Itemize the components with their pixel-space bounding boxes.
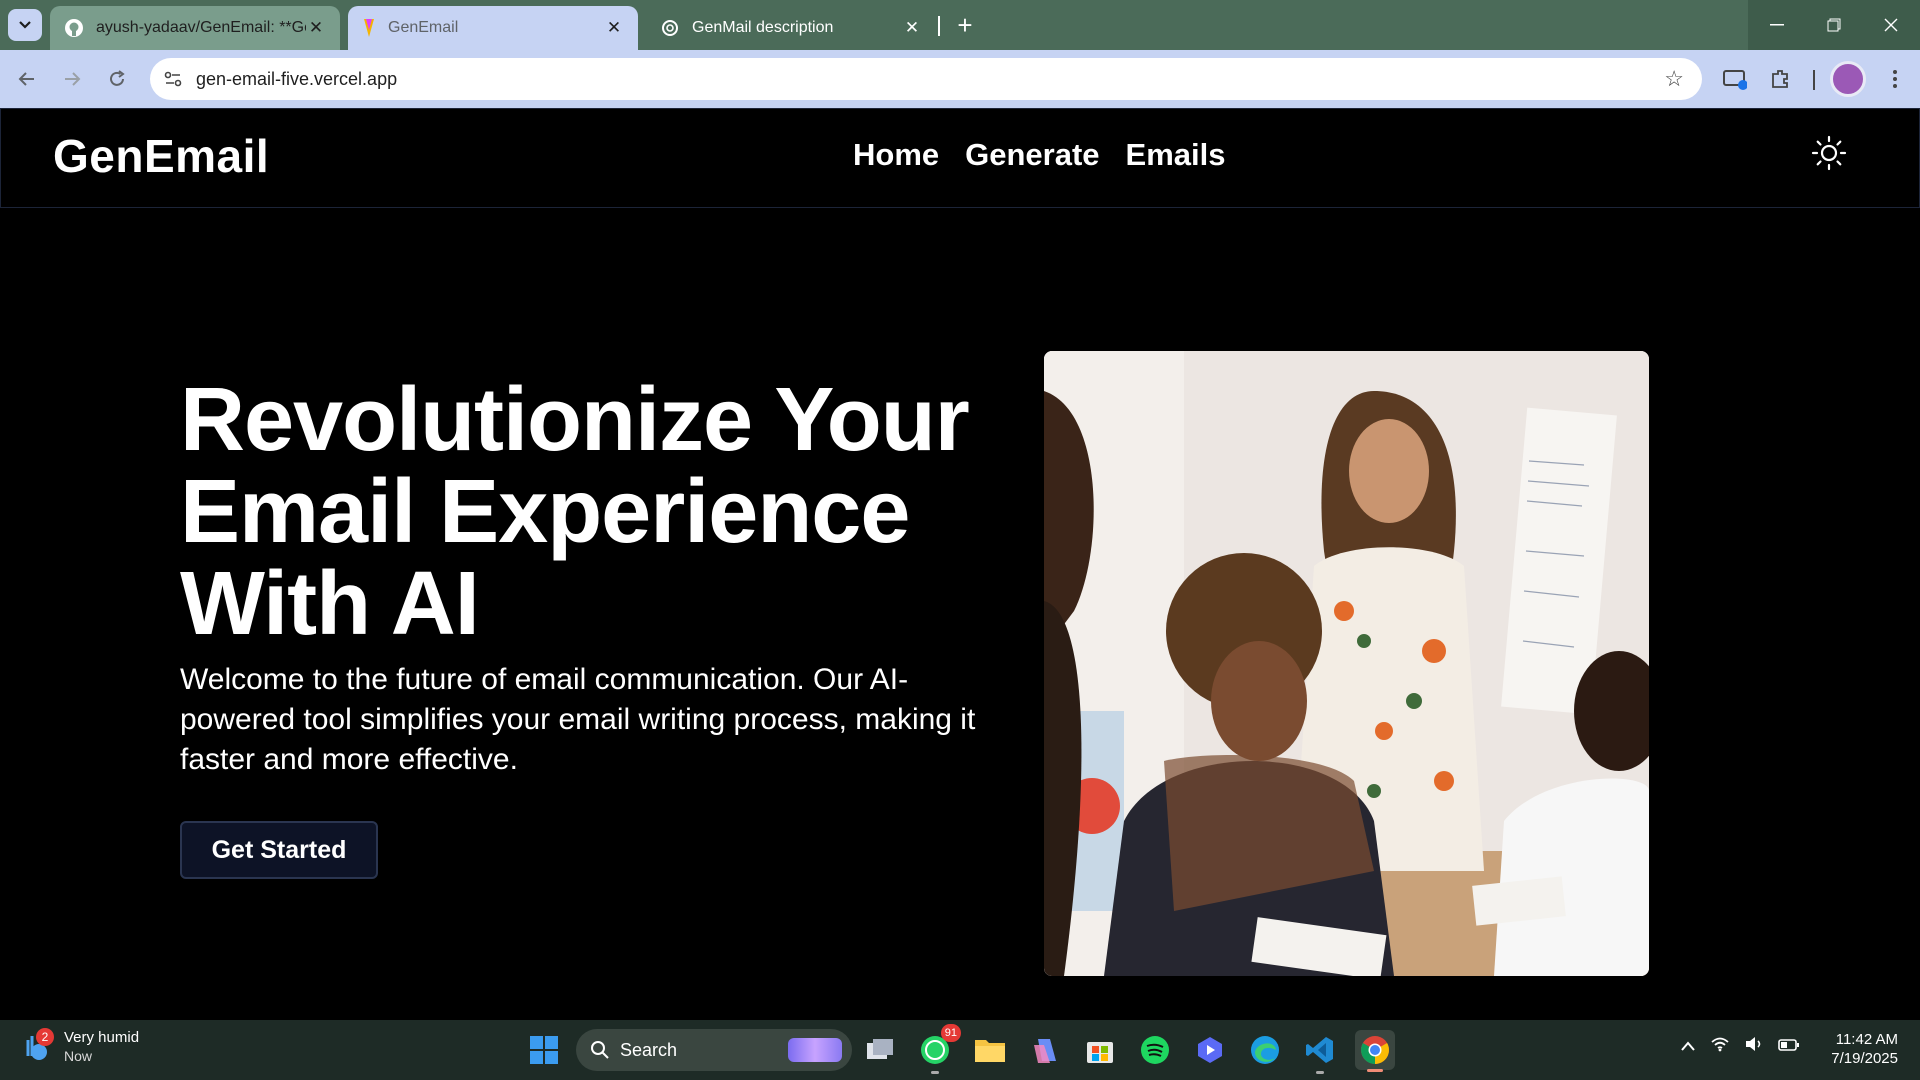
clock-time: 11:42 AM [1835, 1031, 1898, 1048]
site-header: GenEmail Home Generate Emails [0, 108, 1920, 208]
theme-toggle-button[interactable] [1811, 135, 1847, 171]
vercel-pen-icon [364, 19, 374, 37]
minimize-icon [1769, 24, 1784, 26]
hero-description: Welcome to the future of email communica… [180, 663, 976, 776]
browser-tab-bar: ayush-yadaav/GenEmail: **GenEmail ✕ GenE… [0, 0, 1920, 50]
restore-button[interactable] [1805, 0, 1862, 50]
tab-github[interactable]: ayush-yadaav/GenEmail: **GenEmail ✕ [50, 6, 340, 50]
folder-icon [975, 1040, 1005, 1062]
copilot-app[interactable] [1025, 1030, 1065, 1070]
microsoft-store-app[interactable] [1080, 1030, 1120, 1070]
close-icon[interactable]: ✕ [604, 18, 624, 38]
page: GenEmail Home Generate Emails Revolution… [0, 108, 1920, 1020]
taskbar: 2 Very humid Now Search 91 11:42 AM 7/19… [0, 1020, 1920, 1080]
edge-app[interactable] [1245, 1030, 1285, 1070]
system-clock[interactable]: 11:42 AM 7/19/2025 [1818, 1030, 1898, 1068]
hero-image [1044, 351, 1649, 976]
search-highlight-art [788, 1038, 842, 1062]
taskbar-search[interactable]: Search [576, 1029, 852, 1071]
cast-icon[interactable] [1720, 64, 1750, 94]
back-button[interactable] [10, 62, 44, 96]
task-view-button[interactable] [860, 1030, 900, 1070]
notification-badge: 91 [940, 1024, 961, 1042]
profile-avatar[interactable] [1830, 61, 1866, 97]
nav-home[interactable]: Home [853, 137, 939, 173]
file-explorer-app[interactable] [970, 1030, 1010, 1070]
chrome-icon [1361, 1036, 1389, 1064]
forward-button[interactable] [55, 62, 89, 96]
hero-title: Revolutionize Your Email Experience With… [180, 370, 970, 654]
close-window-button[interactable] [1862, 0, 1919, 50]
weather-subtitle: Now [64, 1048, 93, 1064]
window-controls [1748, 0, 1920, 50]
browser-toolbar: gen-email-five.vercel.app ☆ [0, 50, 1920, 108]
reload-icon [110, 70, 125, 86]
new-tab-button[interactable]: + [950, 10, 980, 40]
running-indicator [1316, 1071, 1324, 1074]
wifi-icon[interactable] [1710, 1036, 1730, 1057]
chevron-up-icon[interactable] [1680, 1036, 1696, 1057]
minimize-button[interactable] [1748, 0, 1805, 50]
people-collaborating-photo [1044, 351, 1649, 976]
github-icon [65, 19, 83, 37]
site-settings-icon[interactable] [162, 68, 184, 90]
tab-title: GenMail description [692, 19, 834, 36]
chrome-app[interactable] [1355, 1030, 1395, 1072]
spotify-icon [1141, 1036, 1169, 1064]
edge-icon [1251, 1036, 1279, 1064]
weather-widget[interactable]: 2 Very humid Now [22, 1028, 139, 1066]
vscode-icon [1306, 1037, 1333, 1063]
bookmark-star-icon[interactable]: ☆ [1664, 66, 1684, 92]
tab-title: ayush-yadaav/GenEmail: **GenEmail [96, 19, 306, 36]
media-player-app[interactable] [1190, 1030, 1230, 1070]
arrow-right-icon [65, 72, 81, 86]
weather-icon: 2 [22, 1028, 54, 1062]
sun-icon [1811, 135, 1847, 171]
store-icon [1087, 1042, 1113, 1063]
weather-text: Very humid Now [64, 1028, 139, 1066]
spotify-app[interactable] [1135, 1030, 1175, 1070]
whatsapp-app[interactable]: 91 [915, 1024, 961, 1074]
volume-icon[interactable] [1744, 1036, 1764, 1057]
tab-title: GenEmail [388, 19, 459, 36]
running-indicator [931, 1071, 939, 1074]
windows-icon [530, 1036, 558, 1064]
nav-generate[interactable]: Generate [965, 137, 1099, 173]
clock-date: 7/19/2025 [1831, 1050, 1898, 1067]
address-bar[interactable]: gen-email-five.vercel.app ☆ [150, 58, 1702, 100]
weather-badge: 2 [36, 1028, 54, 1046]
search-icon [591, 1041, 609, 1059]
extensions-icon[interactable] [1765, 64, 1795, 94]
arrow-left-icon [18, 72, 34, 86]
tab-search-button[interactable] [8, 9, 42, 41]
system-tray [1680, 1036, 1800, 1057]
close-icon[interactable]: ✕ [902, 18, 922, 38]
reload-button[interactable] [100, 62, 134, 96]
nav-emails[interactable]: Emails [1126, 137, 1226, 173]
toolbar-separator [1813, 70, 1815, 90]
vscode-app[interactable] [1300, 1030, 1340, 1074]
close-icon [1884, 18, 1897, 32]
main-nav: Home Generate Emails [853, 137, 1226, 173]
start-button[interactable] [524, 1030, 564, 1070]
media-player-icon [1198, 1037, 1222, 1063]
active-indicator [1367, 1069, 1383, 1072]
search-label: Search [620, 1039, 678, 1060]
tab-genemail[interactable]: GenEmail ✕ [348, 6, 638, 50]
battery-icon[interactable] [1778, 1036, 1800, 1057]
get-started-button[interactable]: Get Started [180, 821, 378, 879]
url-text: gen-email-five.vercel.app [196, 69, 398, 89]
tab-genmail-description[interactable]: GenMail description ✕ [646, 6, 936, 50]
task-view-icon [867, 1039, 893, 1059]
tab-divider [938, 16, 940, 36]
menu-kebab-icon[interactable] [1880, 64, 1910, 94]
restore-icon [1827, 18, 1840, 32]
copilot-icon [1034, 1039, 1056, 1063]
chevron-down-icon [19, 21, 31, 29]
weather-title: Very humid [64, 1029, 140, 1046]
openai-icon [662, 20, 678, 36]
site-logo[interactable]: GenEmail [53, 129, 269, 183]
close-icon[interactable]: ✕ [306, 18, 326, 38]
